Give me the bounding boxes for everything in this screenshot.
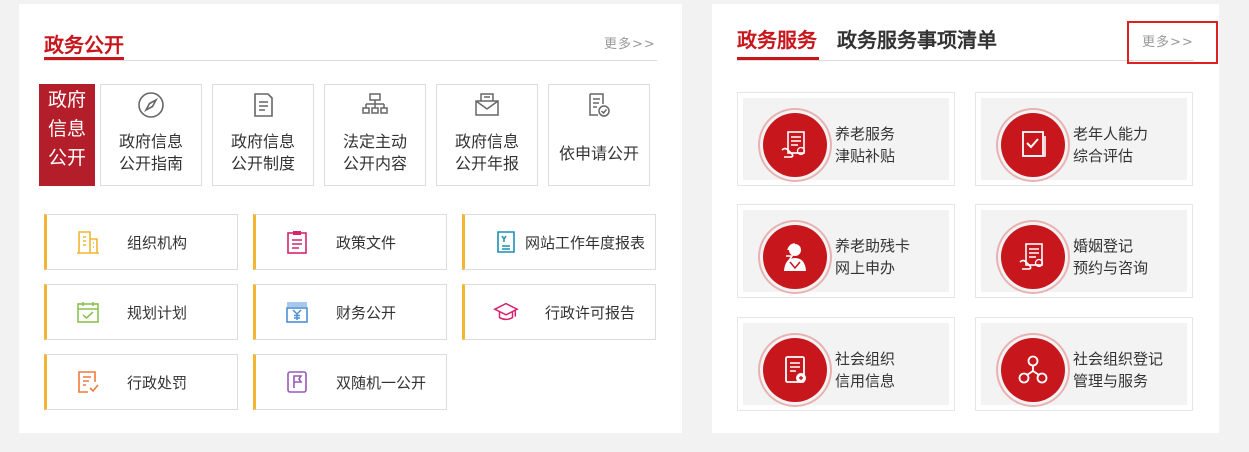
graduation-cap-icon	[493, 299, 519, 325]
item-finance[interactable]: 财务公开	[253, 284, 447, 340]
clipboard-icon	[284, 229, 310, 255]
person-icon	[763, 225, 827, 289]
service-card-bg: 养老助残卡 网上申办	[743, 210, 949, 292]
heading-line: 政府	[47, 89, 86, 111]
service-social-org-registration[interactable]: 社会组织登记 管理与服务	[975, 317, 1193, 411]
item-label: 行政许可报告	[545, 304, 636, 322]
service-card-bg: 养老服务 津贴补贴	[743, 98, 949, 180]
service-label: 养老助残卡 网上申办	[835, 237, 911, 277]
document-icon	[213, 91, 313, 119]
service-card-bg: 老年人能力 综合评估	[981, 98, 1187, 180]
service-label: 婚姻登记 预约与咨询	[1073, 237, 1149, 277]
nav-system[interactable]: 政府信息 公开制度	[212, 84, 314, 186]
item-label: 组织机构	[127, 234, 188, 252]
more-link[interactable]: 更多>>	[1142, 31, 1194, 50]
penalty-doc-icon	[75, 369, 101, 395]
gov-info-open-heading[interactable]: 政府 信息 公开	[39, 84, 95, 186]
nav-on-request[interactable]: 依申请公开	[548, 84, 650, 186]
title-rule	[44, 60, 657, 61]
nav-guide[interactable]: 政府信息 公开指南	[100, 84, 202, 186]
service-card-bg: 婚姻登记 预约与咨询	[981, 210, 1187, 292]
heading-line: 公开	[47, 147, 86, 169]
item-organization[interactable]: 组织机构	[44, 214, 238, 270]
item-policy[interactable]: 政策文件	[253, 214, 447, 270]
nav-annual-report[interactable]: 政府信息 公开年报	[436, 84, 538, 186]
compass-icon	[101, 91, 201, 119]
title-rule	[737, 60, 1194, 61]
service-label: 社会组织 信用信息	[835, 350, 896, 390]
service-label: 社会组织登记 管理与服务	[1073, 350, 1164, 390]
nav-statutory[interactable]: 法定主动 公开内容	[324, 84, 426, 186]
service-social-org-credit[interactable]: 社会组织 信用信息	[737, 317, 955, 411]
service-disability-card[interactable]: 养老助残卡 网上申办	[737, 204, 955, 298]
flag-doc-icon	[284, 369, 310, 395]
hand-document-icon	[1001, 225, 1065, 289]
section-title: 政务公开	[44, 33, 124, 57]
item-label: 财务公开	[336, 304, 397, 322]
nav-label: 政府信息 公开制度	[230, 132, 295, 173]
service-label: 养老服务 津贴补贴	[835, 125, 896, 165]
item-label: 规划计划	[127, 304, 188, 322]
service-card-bg: 社会组织登记 管理与服务	[981, 323, 1187, 405]
credit-doc-icon	[763, 338, 827, 402]
gov-affairs-panel: 政务公开 更多>> 政府 信息 公开 政府信息 公开指南 政府信息 公开制度 法…	[19, 4, 682, 433]
report-icon	[493, 229, 519, 255]
check-document-icon	[549, 91, 649, 119]
service-marriage[interactable]: 婚姻登记 预约与咨询	[975, 204, 1193, 298]
nav-label: 法定主动 公开内容	[342, 132, 407, 173]
item-admin-permit[interactable]: 行政许可报告	[462, 284, 656, 340]
hand-document-icon	[763, 113, 827, 177]
service-elderly-assessment[interactable]: 老年人能力 综合评估	[975, 92, 1193, 186]
calendar-icon	[75, 299, 101, 325]
item-label: 网站工作年度报表	[525, 234, 646, 252]
service-elderly-subsidy[interactable]: 养老服务 津贴补贴	[737, 92, 955, 186]
nav-label: 依申请公开	[558, 144, 639, 163]
heading-line: 信息	[47, 118, 86, 140]
mail-report-icon	[437, 91, 537, 119]
finance-icon	[284, 299, 310, 325]
check-book-icon	[1001, 113, 1065, 177]
gov-services-panel: 政务服务 政务服务事项清单 更多>> 养老服务 津贴补贴 老年人能力 综合评估 …	[712, 4, 1219, 433]
more-link[interactable]: 更多>>	[604, 33, 656, 52]
item-double-random[interactable]: 双随机一公开	[253, 354, 447, 410]
item-label: 双随机一公开	[336, 374, 427, 392]
nav-label: 政府信息 公开指南	[118, 132, 183, 173]
nav-label: 政府信息 公开年报	[454, 132, 519, 173]
item-label: 行政处罚	[127, 374, 188, 392]
service-card-bg: 社会组织 信用信息	[743, 323, 949, 405]
item-label: 政策文件	[336, 234, 397, 252]
service-label: 老年人能力 综合评估	[1073, 125, 1149, 165]
item-plans[interactable]: 规划计划	[44, 284, 238, 340]
building-icon	[75, 229, 101, 255]
tab-gov-services[interactable]: 政务服务	[737, 24, 817, 53]
tab-service-list[interactable]: 政务服务事项清单	[837, 24, 997, 53]
item-penalty[interactable]: 行政处罚	[44, 354, 238, 410]
item-site-report[interactable]: 网站工作年度报表	[462, 214, 656, 270]
network-icon	[1001, 338, 1065, 402]
org-chart-icon	[325, 91, 425, 119]
